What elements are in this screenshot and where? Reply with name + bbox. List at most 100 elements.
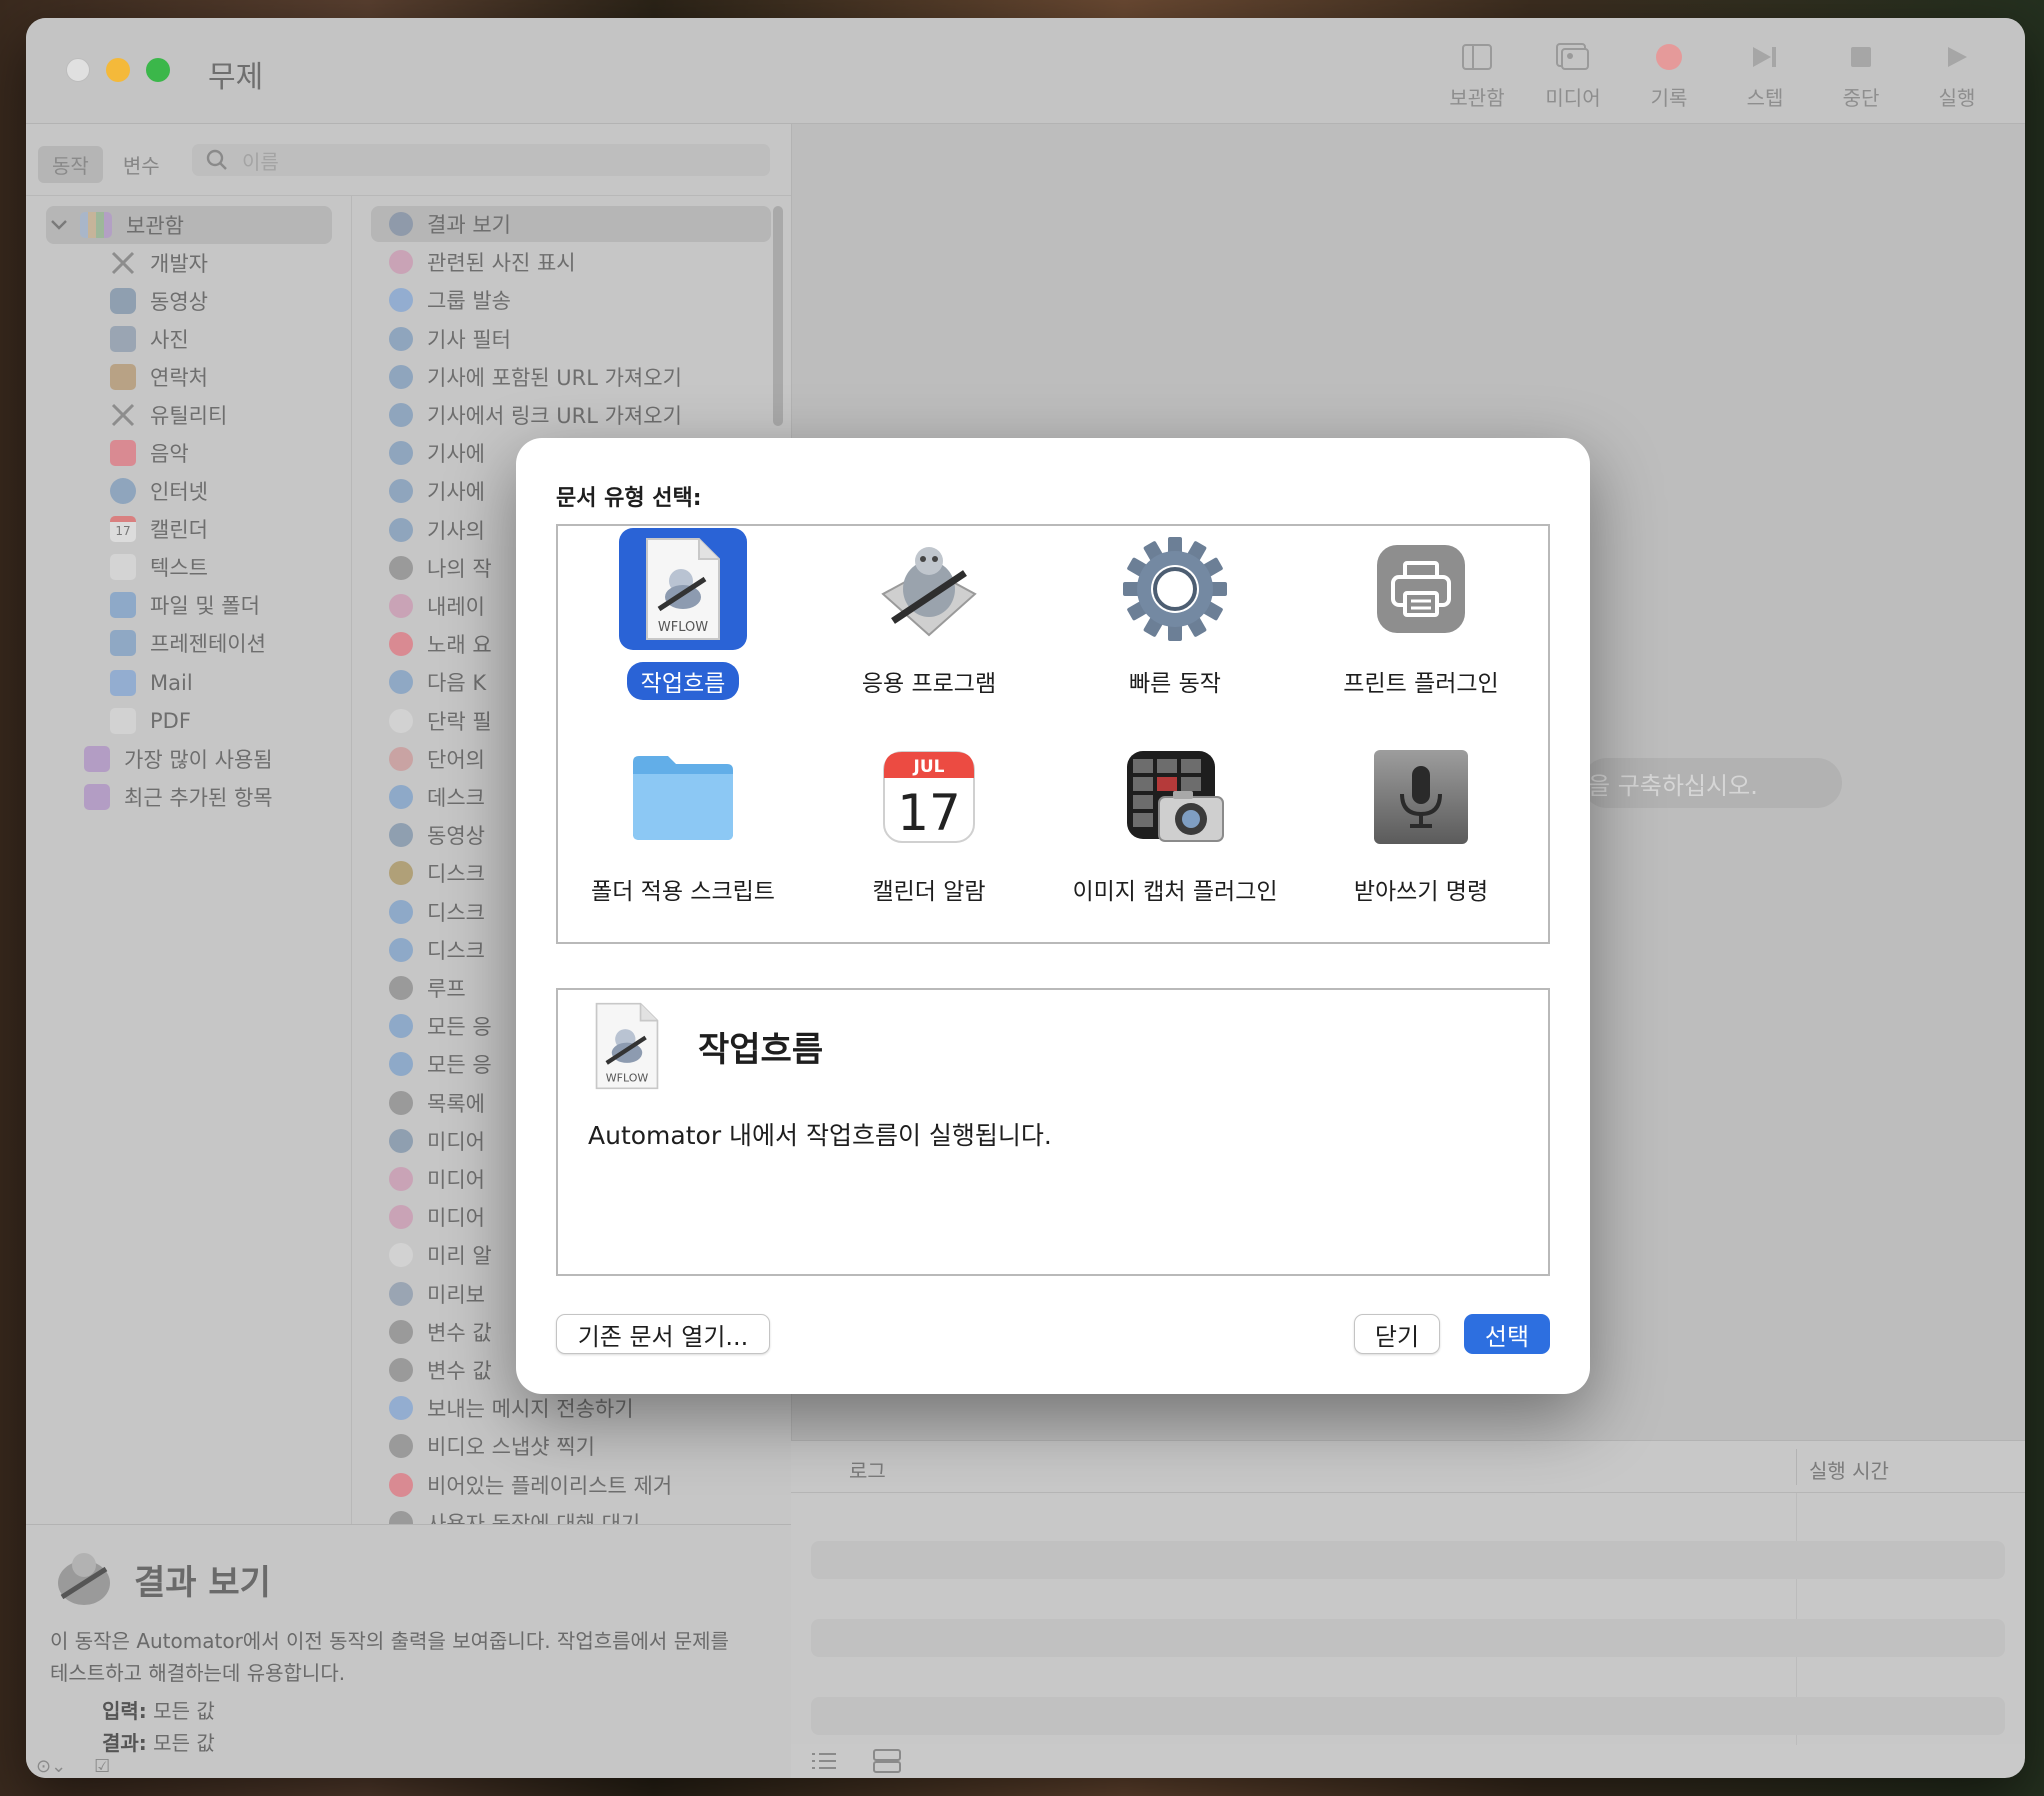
description-input: 입력: 모든 값 <box>102 1699 215 1723</box>
action-item[interactable]: 비어있는 플레이리스트 제거 <box>371 1467 771 1503</box>
actions-scrollbar[interactable] <box>773 206 783 426</box>
action-icon <box>389 670 413 695</box>
action-label: 비디오 스냅샷 찍기 <box>427 1435 595 1460</box>
action-icon <box>389 861 413 886</box>
action-label: 기사에서 링크 URL 가져오기 <box>427 404 682 428</box>
library-item-presentations[interactable]: 프레젠테이션 <box>110 624 266 662</box>
smart-group-recently-added[interactable]: 최근 추가된 항목 <box>84 778 273 816</box>
library-item-mail[interactable]: Mail <box>110 664 193 702</box>
doc-type-folder-action[interactable]: 폴더 적용 스크립트 <box>560 736 806 926</box>
action-icon <box>389 212 413 236</box>
printer-icon <box>1377 545 1465 633</box>
canvas-hint: 을 구축하십시오. <box>1582 758 1842 808</box>
action-label: 미디어 <box>427 1168 485 1192</box>
search-input[interactable]: 이름 <box>242 146 279 175</box>
library-item-movies[interactable]: 동영상 <box>110 282 208 320</box>
close-window-button[interactable] <box>66 58 90 82</box>
action-label: 내레이 <box>427 595 485 619</box>
contacts-icon <box>110 364 136 390</box>
zoom-window-button[interactable] <box>146 58 170 82</box>
mail-icon <box>110 670 136 696</box>
library-item-utilities[interactable]: 유틸리티 <box>110 396 227 434</box>
log-column-header[interactable]: 로그 <box>849 1455 886 1484</box>
action-icon <box>389 823 413 848</box>
action-item[interactable]: 관련된 사진 표시 <box>371 244 771 280</box>
choose-button[interactable]: 선택 <box>1464 1314 1550 1354</box>
run-icon <box>1948 47 1967 67</box>
music-note-icon <box>110 440 136 466</box>
action-label: 데스크 <box>427 786 485 810</box>
microphone-icon <box>1374 750 1468 844</box>
search-field[interactable]: 이름 <box>192 144 770 176</box>
log-bottom-bar <box>791 1744 2025 1778</box>
filter-bar: 동작 변수 이름 <box>26 124 791 196</box>
library-item-pdf[interactable]: PDF <box>110 702 191 740</box>
library-item-text[interactable]: 텍스트 <box>110 548 208 586</box>
smart-group-most-used[interactable]: 가장 많이 사용됨 <box>84 740 273 778</box>
doc-type-print-plugin[interactable]: 프린트 플러그인 <box>1298 528 1544 718</box>
action-item[interactable]: 비디오 스냅샷 찍기 <box>371 1428 771 1464</box>
doc-type-calendar-alarm[interactable]: JUL 17 캘린더 알람 <box>806 736 1052 926</box>
doc-type-image-capture-plugin[interactable]: 이미지 캡처 플러그인 <box>1052 736 1298 926</box>
library-tree: 보관함 개발자 동영상 사진 연락처 유틸리티 음악 인터넷 17 캘린더 텍스트… <box>26 196 352 1524</box>
library-item-photos[interactable]: 사진 <box>110 320 189 358</box>
action-label: 기사에 포함된 URL 가져오기 <box>427 365 682 390</box>
folder-icon <box>633 756 733 840</box>
tab-variables[interactable]: 변수 <box>109 146 174 183</box>
toolbar-run-button[interactable]: 실행 <box>1909 40 2005 111</box>
library-root[interactable]: 보관함 <box>46 206 332 244</box>
library-item-music[interactable]: 음악 <box>110 434 189 472</box>
library-bottom-bar: ⊙⌄ ☑ <box>26 1754 791 1778</box>
library-item-contacts[interactable]: 연락처 <box>110 358 208 396</box>
split-view-icon[interactable] <box>873 1749 901 1773</box>
open-existing-document-button[interactable]: 기존 문서 열기... <box>556 1314 770 1354</box>
action-item[interactable]: 사용자 동작에 대해 대기 <box>371 1505 771 1524</box>
doc-type-dictation-command[interactable]: 받아쓰기 명령 <box>1298 736 1544 926</box>
dialog-heading: 문서 유형 선택: <box>556 486 702 511</box>
action-label: 기사 필터 <box>427 327 511 352</box>
checkbox-icon[interactable]: ☑ <box>94 1756 110 1777</box>
library-item-internet[interactable]: 인터넷 <box>110 472 208 510</box>
action-icon <box>389 632 413 657</box>
info-title: 작업흐름 <box>698 1030 824 1070</box>
automator-window: 무제 보관함 미디어 기록 스텝 중단 실행 동작 변수 이름 보관함 개발자 … <box>26 18 2025 1778</box>
stop-icon <box>1851 47 1871 67</box>
smart-folder-icon <box>84 784 110 810</box>
close-button[interactable]: 닫기 <box>1354 1314 1440 1354</box>
toolbar-media-button[interactable]: 미디어 <box>1525 40 1621 111</box>
doc-type-application[interactable]: 응용 프로그램 <box>806 528 1052 718</box>
toolbar-library-button[interactable]: 보관함 <box>1429 40 1525 111</box>
more-options-icon[interactable]: ⊙⌄ <box>36 1756 66 1777</box>
toolbar-record-button[interactable]: 기록 <box>1621 40 1717 111</box>
segmented-control: 동작 변수 <box>38 146 174 183</box>
search-icon <box>206 149 227 170</box>
list-view-icon[interactable] <box>811 1751 837 1771</box>
action-item[interactable]: 기사에서 링크 URL 가져오기 <box>371 397 771 433</box>
doc-type-workflow[interactable]: WFLOW 작업흐름 <box>560 528 806 718</box>
action-icon <box>389 1090 413 1115</box>
duration-column-header[interactable]: 실행 시간 <box>1809 1455 1889 1484</box>
action-label: 미리 알 <box>427 1244 492 1269</box>
minimize-window-button[interactable] <box>106 58 130 82</box>
info-description: Automator 내에서 작업흐름이 실행됩니다. <box>588 1121 1052 1150</box>
action-item[interactable]: 그룹 발송 <box>371 282 771 318</box>
action-item[interactable]: 기사에 포함된 URL 가져오기 <box>371 359 771 395</box>
log-header: 로그 실행 시간 <box>791 1441 2025 1493</box>
action-label: 기사에 <box>427 480 485 505</box>
action-item[interactable]: 보내는 메시지 전송하기 <box>371 1390 771 1426</box>
action-icon <box>389 899 413 924</box>
svg-text:JUL: JUL <box>913 757 945 777</box>
doc-type-quick-action[interactable]: 빠른 동작 <box>1052 528 1298 718</box>
toolbar-step-button[interactable]: 스텝 <box>1717 40 1813 111</box>
keynote-icon <box>110 630 136 656</box>
action-item[interactable]: 결과 보기 <box>371 206 771 242</box>
action-label: 루프 <box>427 977 466 1001</box>
svg-text:WFLOW: WFLOW <box>658 620 708 635</box>
action-item[interactable]: 기사 필터 <box>371 321 771 357</box>
action-label: 그룹 발송 <box>427 289 511 314</box>
library-item-developer[interactable]: 개발자 <box>110 244 208 282</box>
tab-actions[interactable]: 동작 <box>38 146 103 183</box>
toolbar-stop-button[interactable]: 중단 <box>1813 40 1909 111</box>
library-item-files-folders[interactable]: 파일 및 폴더 <box>110 586 260 624</box>
library-item-calendar[interactable]: 17 캘린더 <box>110 510 208 548</box>
